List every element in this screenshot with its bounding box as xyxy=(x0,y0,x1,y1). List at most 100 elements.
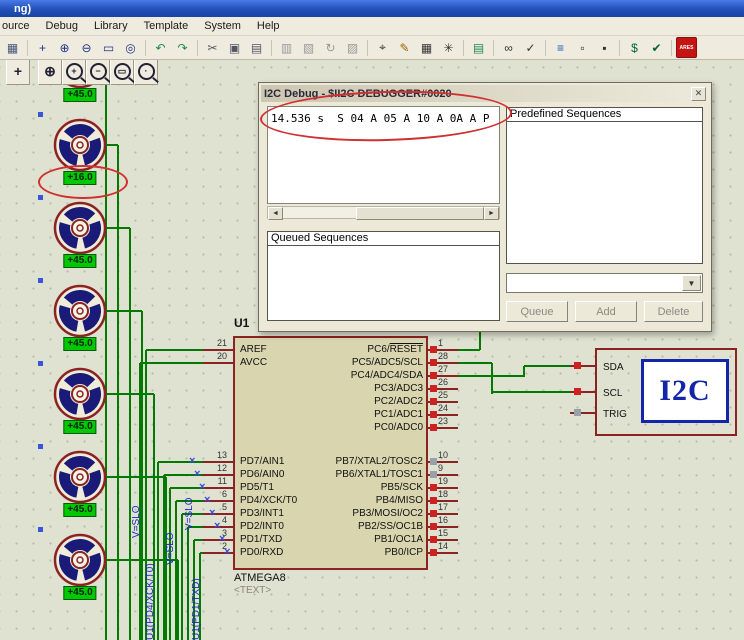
chevron-down-icon[interactable]: ▼ xyxy=(682,275,701,291)
debug-window-titlebar[interactable]: I2C Debug - $II2C DEBUGGER#0020 ✕ xyxy=(261,85,709,102)
pan-icon[interactable]: + xyxy=(32,37,53,58)
proteus-window: I2C SDA SCL TRIG I2C Debug - $II2C DEBUG… xyxy=(0,0,744,640)
pin-number: 15 xyxy=(438,528,462,538)
menu-item-library[interactable]: Library xyxy=(86,18,136,34)
pin-number: 28 xyxy=(438,351,462,361)
motor-value-label: +45.0 xyxy=(63,254,96,268)
schematic-canvas[interactable]: I2C SDA SCL TRIG I2C Debug - $II2C DEBUG… xyxy=(0,0,744,640)
pin-logic-indicator xyxy=(430,471,437,478)
add-button[interactable]: Add xyxy=(575,301,637,322)
zoom-area-icon[interactable]: ▭ xyxy=(98,37,119,58)
pin-name-overline: RESET xyxy=(390,344,423,355)
pin-logic-indicator xyxy=(430,497,437,504)
crosshair-icon[interactable]: + xyxy=(6,57,30,85)
netlist-ares-icon[interactable]: ARES xyxy=(676,37,697,58)
new-sheet-icon[interactable]: ▫ xyxy=(572,37,593,58)
packaging-tool-icon[interactable]: ▦ xyxy=(416,37,437,58)
copy-icon[interactable]: ▣ xyxy=(224,37,245,58)
motor-component[interactable] xyxy=(52,532,108,588)
pin-logic-indicator xyxy=(430,359,437,366)
horizontal-scrollbar[interactable]: ◄ ► xyxy=(267,206,500,219)
component-origin-marker xyxy=(38,361,43,366)
wire-segment xyxy=(157,462,159,640)
i2c-pin-trig-label: TRIG xyxy=(603,409,627,420)
zoom-out-icon[interactable]: ⊖ xyxy=(76,37,97,58)
paste-icon[interactable]: ▤ xyxy=(246,37,267,58)
decompose-icon[interactable]: ✳ xyxy=(438,37,459,58)
scrollbar-thumb[interactable] xyxy=(356,207,484,220)
zoom-in-icon[interactable]: ⊕ xyxy=(54,37,75,58)
block-delete-icon[interactable]: ▨ xyxy=(342,37,363,58)
sequence-dropdown[interactable]: ▼ xyxy=(506,273,703,293)
queue-button[interactable]: Queue xyxy=(506,301,568,322)
design-explorer-icon[interactable]: ≡ xyxy=(550,37,571,58)
zoom-all-icon[interactable]: · xyxy=(134,57,158,85)
block-copy-icon[interactable]: ▥ xyxy=(276,37,297,58)
zoom-all-icon[interactable]: ◎ xyxy=(120,37,141,58)
zoom-out-icon[interactable]: − xyxy=(86,57,110,85)
queued-sequences-list[interactable] xyxy=(267,245,500,321)
wire-cross-marker: × xyxy=(214,521,220,531)
make-device-icon[interactable]: ✎ xyxy=(394,37,415,58)
wire-segment xyxy=(524,365,572,367)
zoom-in-icon[interactable]: + xyxy=(62,57,86,85)
pin-logic-indicator xyxy=(430,484,437,491)
pin-number: 10 xyxy=(438,450,462,460)
menu-item-system[interactable]: System xyxy=(196,18,249,34)
scroll-right-icon[interactable]: ► xyxy=(484,207,499,220)
menu-item-help[interactable]: Help xyxy=(249,18,288,34)
wire-cross-marker: × xyxy=(224,547,230,557)
pick-device-icon[interactable]: ⌖ xyxy=(372,37,393,58)
electrical-check-icon[interactable]: ✔ xyxy=(646,37,667,58)
redo-icon[interactable]: ↷ xyxy=(172,37,193,58)
mcu-value: ATMEGA8 xyxy=(234,572,286,584)
pin-name: PB2/SS/OC1B xyxy=(358,521,423,532)
pan-icon[interactable]: ⊕ xyxy=(38,57,62,85)
i2c-debugger-component[interactable]: I2C SDA SCL TRIG xyxy=(595,348,737,436)
component-list-icon[interactable]: ▤ xyxy=(468,37,489,58)
pin-name: PB3/MOSI/OC2 xyxy=(352,508,423,519)
title-bar[interactable]: ng) xyxy=(0,0,744,17)
motor-component[interactable] xyxy=(52,117,108,173)
i2c-debug-window[interactable]: I2C Debug - $II2C DEBUGGER#0020 ✕ 14.536… xyxy=(258,82,712,332)
predefined-sequences-title: Predefined Sequences xyxy=(510,108,621,120)
pin-logic-indicator xyxy=(574,362,581,369)
motor-component[interactable] xyxy=(52,449,108,505)
net-label: V=SLO xyxy=(184,497,196,530)
block-rotate-icon[interactable]: ↻ xyxy=(320,37,341,58)
toolbar-separator xyxy=(619,40,620,56)
cut-icon[interactable]: ✂ xyxy=(202,37,223,58)
scroll-left-icon[interactable]: ◄ xyxy=(268,207,283,220)
motor-component[interactable] xyxy=(52,200,108,256)
zoom-area-icon[interactable]: ▭ xyxy=(110,57,134,85)
toolbar-separator xyxy=(493,40,494,56)
wire-segment xyxy=(158,461,203,463)
motor-component[interactable] xyxy=(52,366,108,422)
sequence-display[interactable]: 14.536 s S 04 A 05 A 10 A 0A A P xyxy=(267,106,500,204)
pin-logic-indicator xyxy=(430,510,437,517)
component-origin-marker xyxy=(38,527,43,532)
remove-sheet-icon[interactable]: ▪ xyxy=(594,37,615,58)
undo-icon[interactable]: ↶ xyxy=(150,37,171,58)
pin-logic-indicator xyxy=(430,536,437,543)
block-move-icon[interactable]: ▧ xyxy=(298,37,319,58)
delete-button[interactable]: Delete xyxy=(644,301,703,322)
wire-cross-marker: × xyxy=(204,495,210,505)
predefined-sequences-list[interactable] xyxy=(506,121,703,264)
bill-of-materials-icon[interactable]: $ xyxy=(624,37,645,58)
queued-sequences-header: Queued Sequences xyxy=(267,231,500,246)
pin-logic-indicator xyxy=(430,398,437,405)
pin-name: PC5/ADC5/SCL xyxy=(352,357,423,368)
property-assignment-icon[interactable]: ✓ xyxy=(520,37,541,58)
net-label: U1(PD4/XCK/T0) xyxy=(145,563,157,640)
wire-segment xyxy=(181,514,183,640)
menu-item-source[interactable]: ource xyxy=(0,18,38,34)
menu-item-template[interactable]: Template xyxy=(136,18,197,34)
menu-item-debug[interactable]: Debug xyxy=(38,18,86,34)
motor-component[interactable] xyxy=(52,283,108,339)
find-icon[interactable]: ∞ xyxy=(498,37,519,58)
pin-name: PB5/SCK xyxy=(381,482,423,493)
close-icon[interactable]: ✕ xyxy=(691,87,706,101)
toggle-grid-icon[interactable]: ▦ xyxy=(2,37,23,58)
net-label: V=SLO xyxy=(131,505,143,538)
